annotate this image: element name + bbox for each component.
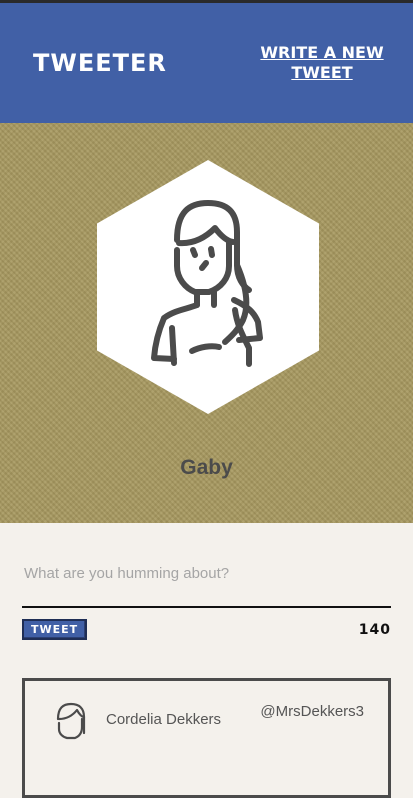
app-logo[interactable]: TWEETER xyxy=(33,49,167,77)
write-new-tweet-link[interactable]: WRITE A NEW TWEET xyxy=(259,43,385,83)
tweet-button[interactable]: TWEET xyxy=(22,619,88,640)
tweet-card: Cordelia Dekkers @MrsDekkers3 xyxy=(22,678,391,798)
profile-name: Gaby xyxy=(180,456,233,479)
profile-avatar xyxy=(97,160,319,414)
tweet-composer: TWEET 140 xyxy=(0,523,413,640)
app-header: TWEETER WRITE A NEW TWEET xyxy=(0,3,413,123)
woman-avatar-icon xyxy=(56,702,86,740)
composer-footer: TWEET 140 xyxy=(22,619,391,640)
profile-hero: Gaby xyxy=(0,123,413,523)
tweet-input[interactable] xyxy=(22,565,391,608)
woman-avatar-icon xyxy=(97,160,319,414)
tweet-author-name: Cordelia Dekkers xyxy=(106,711,222,728)
tweet-author-handle[interactable]: @MrsDekkers3 xyxy=(260,703,364,720)
character-count: 140 xyxy=(358,621,391,638)
